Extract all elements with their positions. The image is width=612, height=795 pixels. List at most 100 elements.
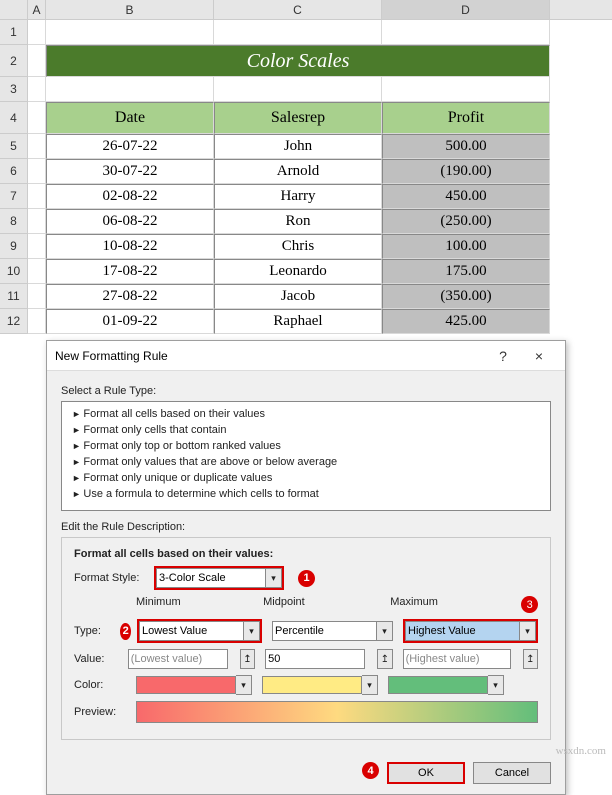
chevron-down-icon[interactable]: ▾ bbox=[236, 675, 252, 695]
header-profit[interactable]: Profit bbox=[382, 102, 550, 134]
cell-profit[interactable]: (190.00) bbox=[382, 159, 550, 184]
close-button[interactable]: × bbox=[521, 344, 557, 368]
callout-2: 2 bbox=[120, 623, 131, 640]
chevron-down-icon[interactable]: ▾ bbox=[520, 621, 536, 641]
format-style-select[interactable]: 3-Color Scale bbox=[156, 568, 266, 588]
type-min-select[interactable]: Lowest Value bbox=[139, 621, 244, 641]
column-header-d[interactable]: D bbox=[382, 0, 550, 19]
grid-rows: 1 2 Color Scales 3 4 Date Salesrep Profi… bbox=[0, 20, 612, 334]
midpoint-label: Midpoint bbox=[263, 596, 390, 613]
dialog-titlebar[interactable]: New Formatting Rule ? × bbox=[47, 341, 565, 371]
cell-date[interactable]: 30-07-22 bbox=[46, 159, 214, 184]
row-header[interactable]: 12 bbox=[0, 309, 28, 334]
title-cell[interactable]: Color Scales bbox=[46, 45, 550, 77]
cell-profit[interactable]: (250.00) bbox=[382, 209, 550, 234]
row-header[interactable]: 1 bbox=[0, 20, 28, 45]
callout-4: 4 bbox=[362, 762, 379, 779]
cell-profit[interactable]: 425.00 bbox=[382, 309, 550, 334]
color-max-swatch[interactable] bbox=[388, 676, 488, 694]
type-label: Type: bbox=[74, 625, 106, 637]
cell-date[interactable]: 01-09-22 bbox=[46, 309, 214, 334]
rule-item[interactable]: Format only top or bottom ranked values bbox=[62, 438, 550, 454]
chevron-down-icon[interactable]: ▾ bbox=[266, 568, 282, 588]
preview-label: Preview: bbox=[74, 706, 126, 718]
row-header[interactable]: 11 bbox=[0, 284, 28, 309]
grid-row: 2 Color Scales bbox=[0, 45, 612, 77]
row-header[interactable]: 8 bbox=[0, 209, 28, 234]
spreadsheet-area: A B C D 1 2 Color Scales 3 4 bbox=[0, 0, 612, 334]
format-style-label: Format Style: bbox=[74, 572, 144, 584]
grid-row: 10 17-08-22 Leonardo 175.00 bbox=[0, 259, 612, 284]
grid-row: 1 bbox=[0, 20, 612, 45]
column-header-b[interactable]: B bbox=[46, 0, 214, 19]
row-header[interactable]: 10 bbox=[0, 259, 28, 284]
row-header[interactable]: 5 bbox=[0, 134, 28, 159]
watermark: wsxdn.com bbox=[556, 745, 606, 757]
color-min-swatch[interactable] bbox=[136, 676, 236, 694]
new-formatting-rule-dialog: New Formatting Rule ? × Select a Rule Ty… bbox=[46, 340, 566, 795]
rule-item[interactable]: Format only cells that contain bbox=[62, 422, 550, 438]
grid-row: 7 02-08-22 Harry 450.00 bbox=[0, 184, 612, 209]
cell-rep[interactable]: Leonardo bbox=[214, 259, 382, 284]
cancel-button[interactable]: Cancel bbox=[473, 762, 551, 784]
cell-date[interactable]: 26-07-22 bbox=[46, 134, 214, 159]
cell-date[interactable]: 02-08-22 bbox=[46, 184, 214, 209]
cell-profit[interactable]: 100.00 bbox=[382, 234, 550, 259]
header-date[interactable]: Date bbox=[46, 102, 214, 134]
grid-row: 8 06-08-22 Ron (250.00) bbox=[0, 209, 612, 234]
chevron-down-icon[interactable]: ▾ bbox=[377, 621, 393, 641]
rule-item[interactable]: Format only unique or duplicate values bbox=[62, 470, 550, 486]
row-header[interactable]: 2 bbox=[0, 45, 28, 77]
range-picker-icon[interactable]: ↥ bbox=[377, 649, 392, 669]
cell-profit[interactable]: 500.00 bbox=[382, 134, 550, 159]
preview-gradient bbox=[136, 701, 538, 723]
cell-profit[interactable]: 450.00 bbox=[382, 184, 550, 209]
cell-rep[interactable]: Jacob bbox=[214, 284, 382, 309]
chevron-down-icon[interactable]: ▾ bbox=[488, 675, 504, 695]
column-header-c[interactable]: C bbox=[214, 0, 382, 19]
cell-profit[interactable]: 175.00 bbox=[382, 259, 550, 284]
cell-rep[interactable]: John bbox=[214, 134, 382, 159]
chevron-down-icon[interactable]: ▾ bbox=[362, 675, 378, 695]
ok-button[interactable]: OK bbox=[387, 762, 465, 784]
header-salesrep[interactable]: Salesrep bbox=[214, 102, 382, 134]
grid-row: 12 01-09-22 Raphael 425.00 bbox=[0, 309, 612, 334]
cell-rep[interactable]: Chris bbox=[214, 234, 382, 259]
range-picker-icon[interactable]: ↥ bbox=[523, 649, 538, 669]
cell-rep[interactable]: Ron bbox=[214, 209, 382, 234]
row-header[interactable]: 6 bbox=[0, 159, 28, 184]
value-mid-input[interactable] bbox=[265, 649, 365, 669]
rule-item[interactable]: Format only values that are above or bel… bbox=[62, 454, 550, 470]
column-headers: A B C D bbox=[0, 0, 612, 20]
type-mid-select[interactable]: Percentile bbox=[272, 621, 377, 641]
value-max-input bbox=[403, 649, 511, 669]
cell-date[interactable]: 27-08-22 bbox=[46, 284, 214, 309]
cell-date[interactable]: 17-08-22 bbox=[46, 259, 214, 284]
color-label: Color: bbox=[74, 679, 126, 691]
help-button[interactable]: ? bbox=[485, 344, 521, 368]
cell-profit[interactable]: (350.00) bbox=[382, 284, 550, 309]
row-header[interactable]: 9 bbox=[0, 234, 28, 259]
range-picker-icon[interactable]: ↥ bbox=[240, 649, 255, 669]
rule-item[interactable]: Format all cells based on their values bbox=[62, 406, 550, 422]
chevron-down-icon[interactable]: ▾ bbox=[244, 621, 260, 641]
color-mid-swatch[interactable] bbox=[262, 676, 362, 694]
select-all-corner[interactable] bbox=[0, 0, 28, 19]
dialog-buttons: 4 OK Cancel bbox=[47, 752, 565, 794]
edit-heading: Format all cells based on their values: bbox=[74, 548, 538, 560]
cell-date[interactable]: 10-08-22 bbox=[46, 234, 214, 259]
row-header[interactable]: 3 bbox=[0, 77, 28, 102]
cell-date[interactable]: 06-08-22 bbox=[46, 209, 214, 234]
rule-description-box: Format all cells based on their values: … bbox=[61, 537, 551, 740]
type-max-select[interactable]: Highest Value bbox=[405, 621, 520, 641]
cell-rep[interactable]: Harry bbox=[214, 184, 382, 209]
cell-rep[interactable]: Raphael bbox=[214, 309, 382, 334]
rule-type-list[interactable]: Format all cells based on their values F… bbox=[61, 401, 551, 511]
column-header-a[interactable]: A bbox=[28, 0, 46, 19]
cell-rep[interactable]: Arnold bbox=[214, 159, 382, 184]
rule-item[interactable]: Use a formula to determine which cells t… bbox=[62, 486, 550, 502]
row-header[interactable]: 4 bbox=[0, 102, 28, 134]
edit-desc-label: Edit the Rule Description: bbox=[61, 521, 551, 533]
row-header[interactable]: 7 bbox=[0, 184, 28, 209]
grid-row: 3 bbox=[0, 77, 612, 102]
